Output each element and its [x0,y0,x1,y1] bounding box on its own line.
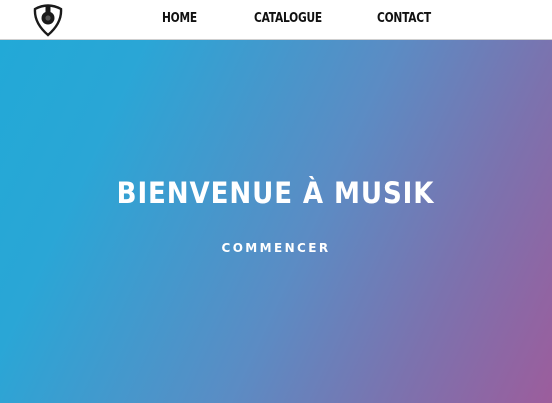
nav-contact[interactable]: CONTACT [377,0,431,40]
nav-catalogue[interactable]: CATALOGUE [254,0,322,40]
site-header: HOME CATALOGUE CONTACT [0,0,552,40]
hero-title: BIENVENUE À MUSIK [0,176,552,210]
nav-home[interactable]: HOME [162,0,197,40]
start-button-label: COMMENCER [221,241,331,255]
start-button[interactable]: COMMENCER [0,239,552,257]
guitar-pick-icon[interactable] [31,3,65,37]
hero-title-text: BIENVENUE À MUSIK [117,176,435,210]
hero-banner: BIENVENUE À MUSIK COMMENCER [0,40,552,403]
